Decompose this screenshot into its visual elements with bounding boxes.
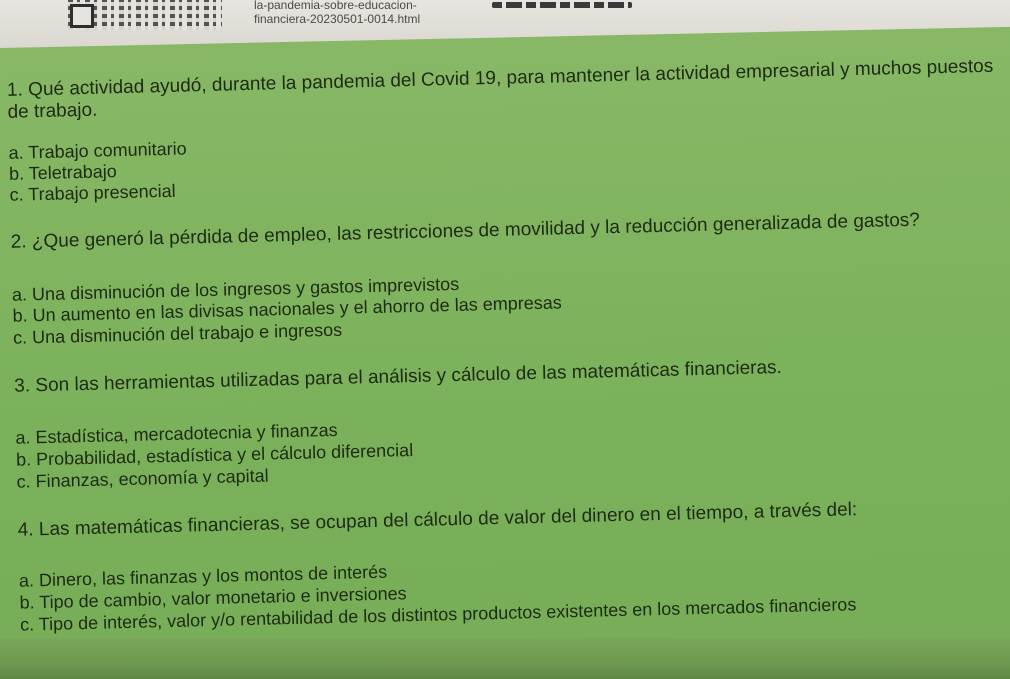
qr-finder-pattern	[70, 4, 94, 28]
question-3-text: 3. Son las herramientas utilizadas para …	[14, 356, 783, 397]
page-fold-shadow	[0, 638, 1010, 679]
question-1-option-c: c. Trabajo presencial	[9, 180, 176, 205]
question-1-option-a: a. Trabajo comunitario	[8, 138, 187, 163]
question-2-text: 2. ¿Que generó la pérdida de empleo, las…	[10, 209, 921, 253]
question-1-line-2: de trabajo.	[7, 99, 98, 123]
question-list: 1. Qué actividad ayudó, durante la pande…	[0, 23, 1010, 678]
url-line-1: la-pandemia-sobre-educacion-	[254, 0, 417, 12]
barcode-strip	[492, 2, 632, 8]
question-1-line-1: 1. Qué actividad ayudó, durante la pande…	[6, 55, 994, 101]
question-4-text: 4. Las matemáticas financieras, se ocupa…	[17, 499, 858, 541]
url-line-2: financiera-20230501-0014.html	[254, 12, 421, 26]
question-1-option-b: b. Teletrabajo	[8, 161, 118, 184]
source-url: la-pandemia-sobre-educacion- financiera-…	[254, 0, 420, 26]
